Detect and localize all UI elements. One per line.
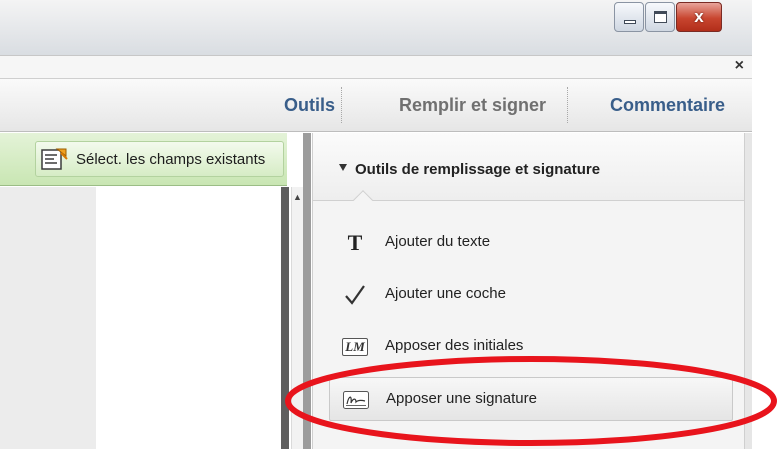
tool-label: Apposer une signature bbox=[386, 390, 537, 407]
window-title-bar: x bbox=[0, 0, 752, 55]
close-document-icon[interactable]: × bbox=[735, 57, 744, 75]
vertical-scrollbar[interactable]: ▲ bbox=[291, 187, 303, 449]
toolbar-separator bbox=[341, 87, 342, 123]
pane-divider bbox=[281, 187, 289, 449]
document-page bbox=[96, 187, 279, 449]
tool-add-initials[interactable]: LM Apposer des initiales bbox=[329, 325, 733, 369]
checkmark-icon bbox=[345, 285, 365, 305]
select-existing-fields-label: Sélect. les champs existants bbox=[76, 151, 266, 168]
panel-right-edge bbox=[744, 133, 752, 449]
page-thumbnail-area bbox=[0, 187, 96, 449]
tool-label: Ajouter du texte bbox=[385, 233, 491, 250]
document-tab-strip: × bbox=[0, 55, 752, 79]
collapse-triangle-icon bbox=[339, 164, 347, 171]
toolbar-separator bbox=[567, 87, 568, 123]
tab-commentaire[interactable]: Commentaire bbox=[610, 79, 725, 132]
tab-outils[interactable]: Outils bbox=[284, 79, 335, 132]
tool-label: Ajouter une coche bbox=[385, 285, 506, 302]
tool-add-checkmark[interactable]: Ajouter une coche bbox=[329, 273, 733, 317]
tool-add-text[interactable]: T Ajouter du texte bbox=[329, 221, 733, 265]
maximize-button[interactable] bbox=[645, 2, 675, 32]
maximize-icon bbox=[654, 11, 667, 23]
close-icon: x bbox=[694, 7, 704, 26]
task-toolbar: Outils Remplir et signer Commentaire bbox=[0, 79, 752, 132]
scroll-up-arrow-icon[interactable]: ▲ bbox=[293, 192, 302, 202]
tool-label: Apposer des initiales bbox=[385, 337, 524, 354]
window-controls: x bbox=[613, 2, 722, 40]
tool-add-signature[interactable]: Apposer une signature bbox=[329, 377, 733, 421]
minimize-button[interactable] bbox=[614, 2, 644, 32]
text-icon: T bbox=[347, 230, 363, 255]
forms-toolbar: Sélect. les champs existants bbox=[0, 133, 287, 186]
minimize-icon bbox=[624, 20, 636, 24]
signature-icon bbox=[343, 391, 369, 409]
panel-section-header[interactable]: Outils de remplissage et signature bbox=[313, 133, 745, 201]
panel-splitter[interactable] bbox=[303, 133, 311, 449]
close-window-button[interactable]: x bbox=[676, 2, 722, 32]
select-existing-fields-button[interactable]: Sélect. les champs existants bbox=[35, 141, 284, 177]
select-fields-icon bbox=[41, 148, 68, 170]
initials-icon: LM bbox=[342, 338, 368, 356]
tab-remplir-et-signer[interactable]: Remplir et signer bbox=[399, 79, 546, 132]
fill-sign-panel: Outils de remplissage et signature T Ajo… bbox=[312, 133, 745, 449]
panel-section-title: Outils de remplissage et signature bbox=[355, 161, 601, 178]
